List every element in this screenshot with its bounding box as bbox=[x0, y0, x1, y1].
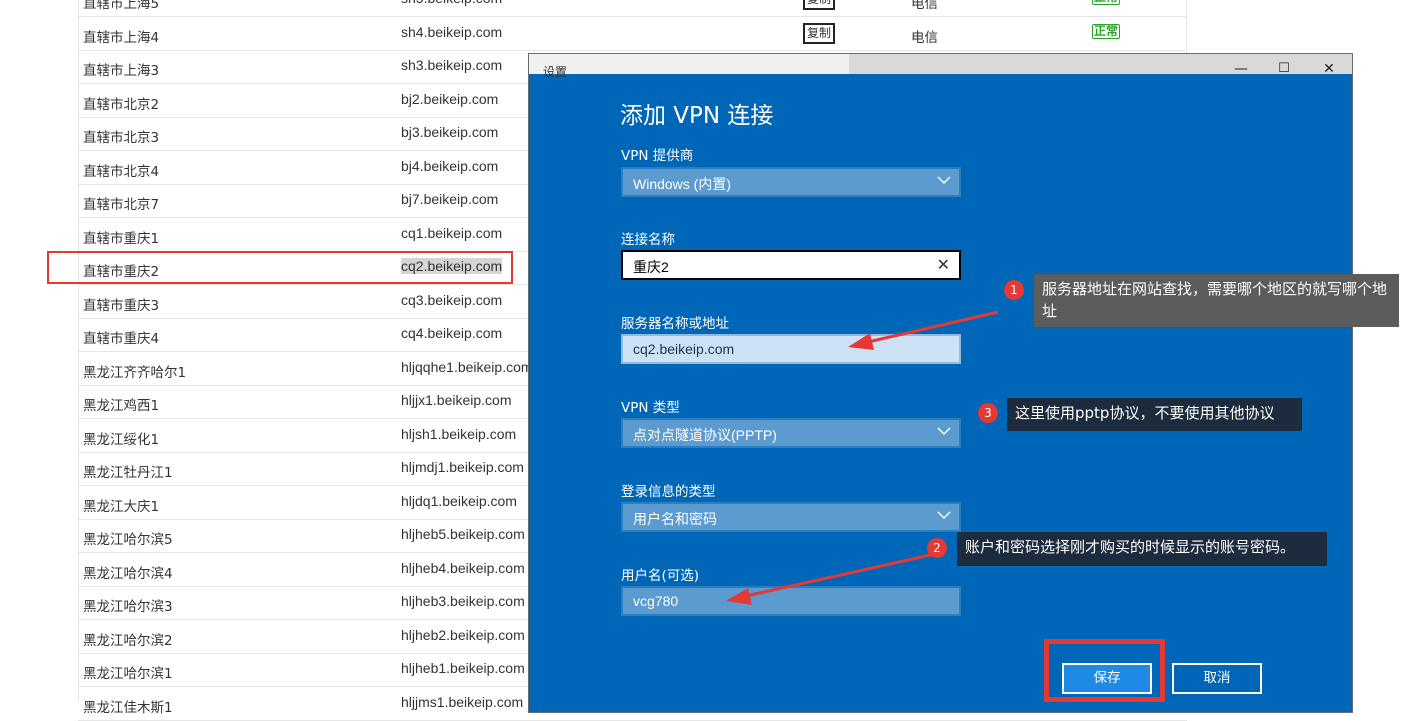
annotation-arrows bbox=[726, 310, 999, 605]
arrow-to-server-field bbox=[848, 310, 999, 350]
arrow-to-username-field bbox=[726, 552, 936, 605]
